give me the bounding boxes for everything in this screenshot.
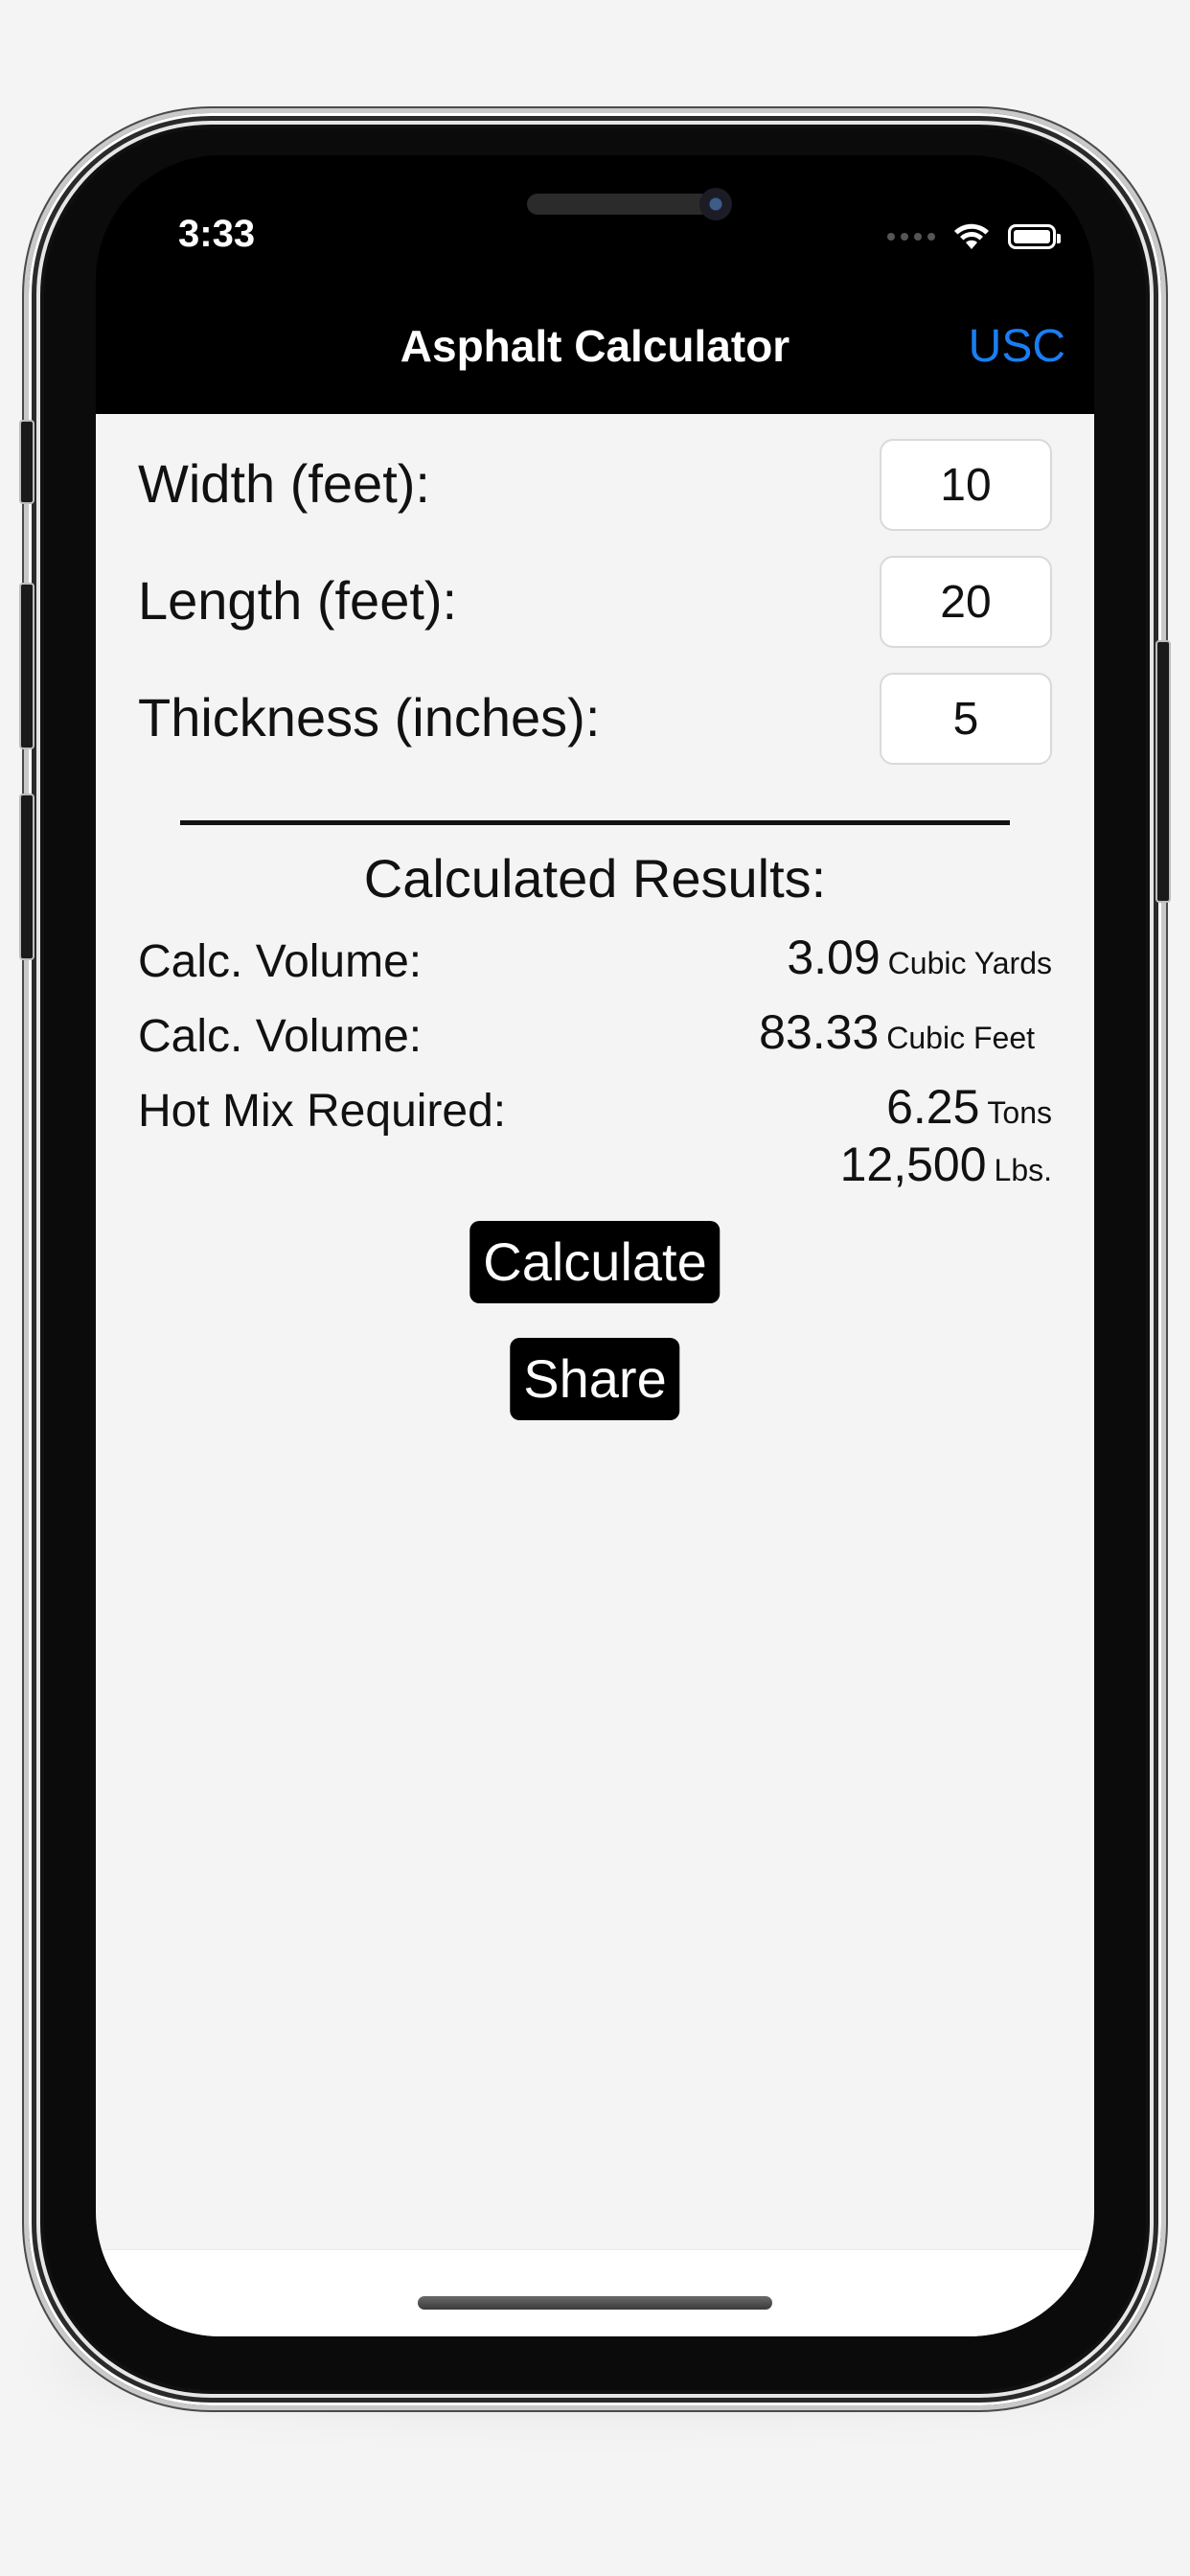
volume-cubic-yards-row: Calc. Volume: 3.09 Cubic Yards [138, 930, 1052, 987]
result-number: 3.09 [787, 931, 881, 984]
section-divider [180, 820, 1010, 825]
unit-toggle-button[interactable]: USC [969, 320, 1065, 373]
navigation-bar: Asphalt Calculator USC [96, 289, 1094, 414]
result-number: 12,500 [839, 1138, 987, 1191]
front-camera [699, 188, 732, 220]
width-input[interactable] [880, 439, 1052, 531]
hot-mix-lbs-row: 12,500 Lbs. [138, 1137, 1052, 1194]
length-input[interactable] [880, 556, 1052, 648]
home-area [96, 2249, 1094, 2336]
power-button [1156, 640, 1171, 903]
result-unit: Cubic Yards [887, 946, 1052, 980]
home-indicator[interactable] [418, 2296, 772, 2310]
result-label: Calc. Volume: [138, 936, 423, 987]
volume-cubic-feet-row: Calc. Volume: 83.33 Cubic Feet [138, 1004, 1052, 1062]
width-label: Width (feet): [138, 453, 430, 514]
length-row: Length (feet): [138, 556, 1052, 648]
thickness-row: Thickness (inches): [138, 673, 1052, 765]
length-label: Length (feet): [138, 570, 458, 631]
thickness-input[interactable] [880, 673, 1052, 765]
cellular-signal-icon [887, 233, 935, 241]
volume-down-button [19, 794, 34, 960]
status-icons [887, 222, 1061, 251]
result-value: 83.33 Cubic Feet [759, 1004, 1035, 1060]
result-label: Hot Mix Required: [138, 1086, 507, 1137]
result-number: 83.33 [759, 1005, 880, 1059]
battery-icon [1008, 224, 1061, 249]
wifi-icon [954, 223, 989, 249]
result-value: 6.25 Tons [886, 1079, 1052, 1135]
result-unit: Lbs. [994, 1153, 1052, 1187]
width-row: Width (feet): [138, 439, 1052, 531]
calculator-content: Width (feet): Length (feet): Thickness (… [96, 414, 1094, 2336]
volume-up-button [19, 583, 34, 749]
calculate-button[interactable]: Calculate [469, 1221, 721, 1303]
speaker-grille [527, 194, 711, 215]
hot-mix-required-row: Hot Mix Required: 6.25 Tons [138, 1079, 1052, 1137]
phone-screen: 3:33 Asphalt Calculator USC Width (feet)… [96, 155, 1094, 2336]
result-value: 3.09 Cubic Yards [787, 930, 1052, 985]
results-title: Calculated Results: [363, 848, 827, 908]
result-number: 6.25 [886, 1080, 980, 1134]
result-label: Calc. Volume: [138, 1011, 423, 1062]
share-button[interactable]: Share [510, 1338, 680, 1420]
thickness-label: Thickness (inches): [138, 687, 601, 748]
mute-switch [19, 420, 34, 504]
result-unit: Cubic Feet [886, 1021, 1035, 1055]
result-value: 12,500 Lbs. [840, 1137, 1052, 1192]
result-unit: Tons [987, 1095, 1052, 1130]
page-title: Asphalt Calculator [400, 321, 790, 371]
status-time: 3:33 [178, 213, 256, 255]
